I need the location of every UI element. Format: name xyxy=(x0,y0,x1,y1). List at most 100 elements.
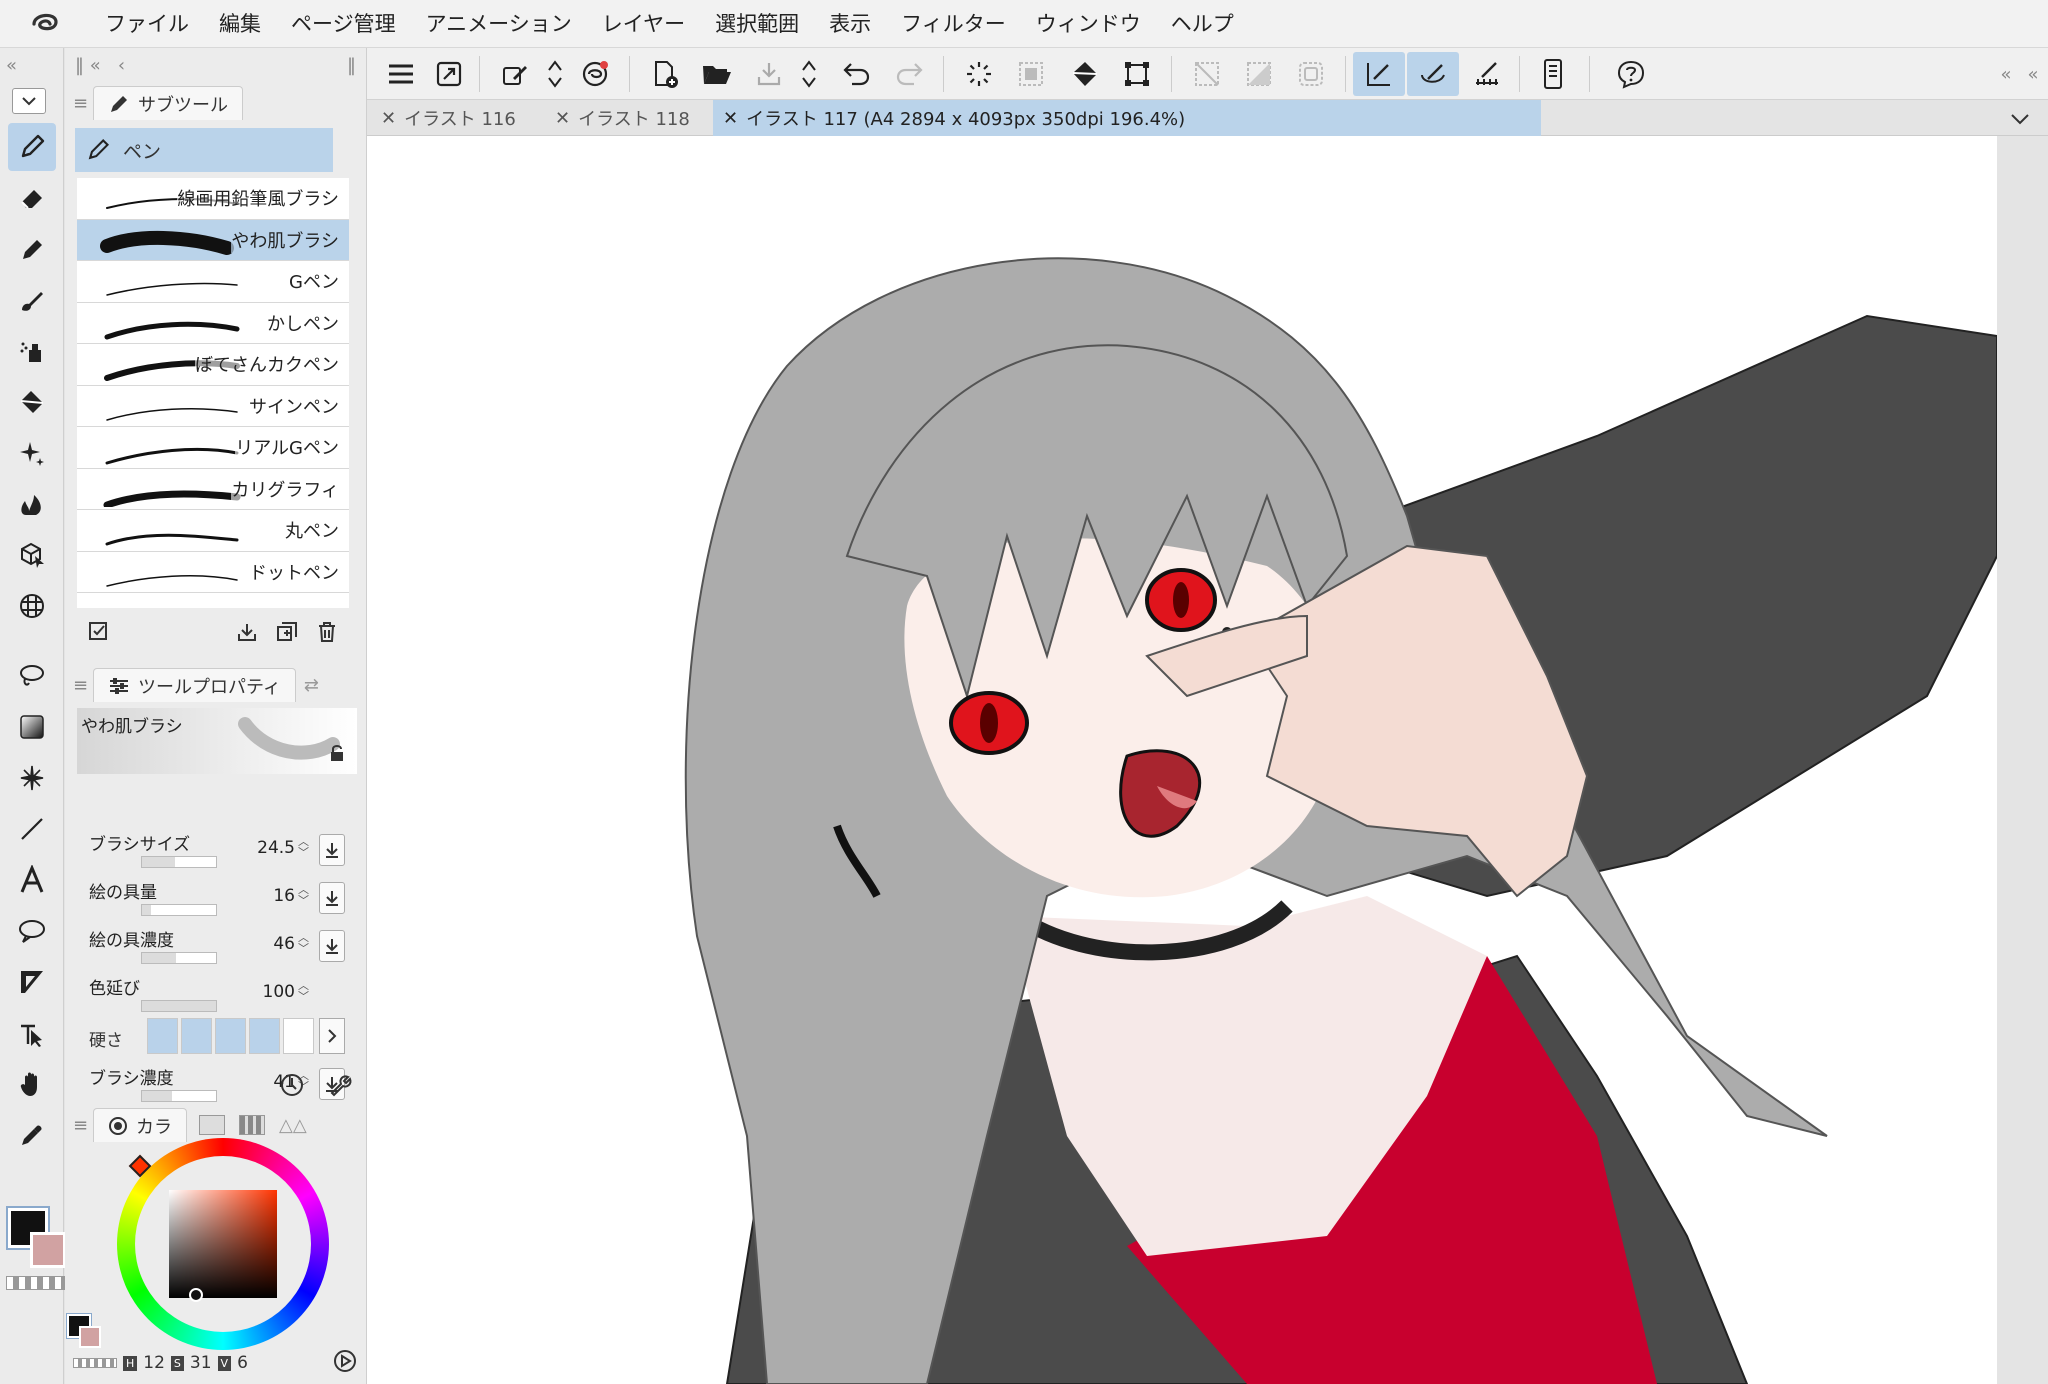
up-down-arrows-icon[interactable] xyxy=(785,52,833,96)
fill-bucket-icon[interactable] xyxy=(1061,52,1109,96)
close-icon[interactable]: ✕ xyxy=(555,108,570,129)
menu-animation[interactable]: アニメーション xyxy=(411,0,587,48)
frame-border-tool[interactable] xyxy=(8,958,56,1006)
value-handle[interactable] xyxy=(189,1288,203,1302)
redo-icon[interactable] xyxy=(885,52,933,96)
palette-grip-icon[interactable]: ‖ xyxy=(347,55,356,76)
hardness-cell[interactable] xyxy=(181,1018,212,1054)
auto-select-tool[interactable] xyxy=(8,754,56,802)
download-icon[interactable] xyxy=(235,620,259,648)
blend-tool[interactable] xyxy=(8,480,56,528)
property-slider[interactable] xyxy=(141,952,217,964)
subtool-tab[interactable]: サブツール xyxy=(93,86,243,120)
snap-to-special-ruler-icon[interactable] xyxy=(1407,52,1459,96)
invert-selection-icon[interactable] xyxy=(1235,52,1283,96)
spinner-icon[interactable]: ︿ ﹀ xyxy=(298,932,309,954)
download-icon[interactable] xyxy=(319,834,345,866)
property-slider[interactable] xyxy=(141,856,217,868)
property-slider[interactable] xyxy=(141,1090,217,1102)
palette-menu-icon[interactable]: ≡ xyxy=(73,675,88,696)
menu-edit[interactable]: 編集 xyxy=(204,0,276,48)
loading-spinner-icon[interactable] xyxy=(955,52,1003,96)
download-icon[interactable] xyxy=(319,930,345,962)
menu-help[interactable]: ヘルプ xyxy=(1156,0,1249,48)
lock-icon[interactable] xyxy=(329,744,345,766)
hardness-cell[interactable] xyxy=(249,1018,280,1054)
tab-illust-118[interactable]: ✕ イラスト 118 xyxy=(545,100,715,136)
menu-layer[interactable]: レイヤー xyxy=(587,0,700,48)
wrench-icon[interactable] xyxy=(327,1072,353,1102)
hardness-selector[interactable] xyxy=(147,1018,314,1054)
brush-item[interactable]: 丸ペン xyxy=(77,510,349,552)
edit-toolbar-icon[interactable] xyxy=(1527,52,1579,96)
new-file-icon[interactable] xyxy=(641,52,689,96)
gradient-tool[interactable] xyxy=(8,703,56,751)
select-layer-icon[interactable] xyxy=(1007,52,1055,96)
brush-item[interactable]: サインペン xyxy=(77,386,349,427)
lasso-tool[interactable] xyxy=(8,652,56,700)
airbrush-tool[interactable] xyxy=(8,327,56,375)
palette-menu-icon[interactable]: ≡ xyxy=(73,93,88,114)
drawing-canvas[interactable] xyxy=(367,136,1997,1384)
property-value[interactable]: 46 xyxy=(273,934,295,954)
spinner-icon[interactable]: ︿ ﹀ xyxy=(298,980,309,1002)
link-icon[interactable]: ⇄ xyxy=(304,675,319,696)
collapse-right-icon-2[interactable]: « xyxy=(2019,52,2047,96)
tab-illust-117[interactable]: ✕ イラスト 117 (A4 2894 x 4093px 350dpi 196.… xyxy=(713,100,1541,136)
reset-clock-icon[interactable] xyxy=(279,1072,305,1102)
trash-icon[interactable] xyxy=(315,620,339,648)
saturation-value-square[interactable] xyxy=(169,1190,277,1298)
fill-tool[interactable] xyxy=(8,378,56,426)
pen-tool[interactable] xyxy=(8,123,56,171)
brush-item[interactable]: カリグラフィ xyxy=(77,469,349,510)
duplicate-icon[interactable] xyxy=(275,620,299,648)
view-mode-toggle[interactable] xyxy=(0,82,63,120)
mini-sub-color[interactable] xyxy=(79,1326,101,1348)
menu-window[interactable]: ウィンドウ xyxy=(1021,0,1156,48)
color-set-tab-icon[interactable] xyxy=(199,1115,225,1135)
operation-tool[interactable] xyxy=(8,1009,56,1057)
hand-tool[interactable] xyxy=(8,1060,56,1108)
deselect-icon[interactable] xyxy=(1183,52,1231,96)
palette-menu-icon[interactable]: ≡ xyxy=(73,1115,88,1136)
pencil-tool[interactable] xyxy=(8,225,56,273)
brush-item[interactable]: Gペン xyxy=(77,261,349,303)
hardness-cell[interactable] xyxy=(283,1018,314,1054)
spinner-icon[interactable]: ︿ ﹀ xyxy=(298,836,309,858)
download-icon[interactable] xyxy=(319,882,345,914)
line-tool[interactable] xyxy=(8,805,56,853)
approximate-color-tab-icon[interactable]: △△ xyxy=(279,1115,307,1136)
cloud-sync-icon[interactable] xyxy=(571,52,619,96)
property-slider[interactable] xyxy=(141,904,217,916)
brush-item[interactable]: 線画用鉛筆風ブラシ xyxy=(77,178,349,220)
menu-selection[interactable]: 選択範囲 xyxy=(700,0,814,48)
chevron-down-icon[interactable] xyxy=(2010,110,2030,129)
eyedropper-tool[interactable] xyxy=(8,1111,56,1159)
close-icon[interactable]: ✕ xyxy=(381,108,396,129)
3d-object-tool[interactable] xyxy=(8,531,56,579)
selection-border-icon[interactable] xyxy=(1287,52,1335,96)
chevron-right-icon[interactable] xyxy=(319,1018,345,1054)
grid-tool[interactable] xyxy=(8,582,56,630)
color-wheel-tab[interactable]: カラ xyxy=(93,1108,187,1142)
property-slider[interactable] xyxy=(141,1000,217,1012)
brush-item[interactable]: やわ肌ブラシ xyxy=(77,219,349,261)
brush-item[interactable]: ドットペン xyxy=(77,552,349,593)
property-value[interactable]: 100 xyxy=(263,982,295,1002)
toolproperty-tab[interactable]: ツールプロパティ xyxy=(93,668,296,702)
text-tool[interactable] xyxy=(8,856,56,904)
hamburger-menu-icon[interactable] xyxy=(377,52,425,96)
collapse-left-icon[interactable]: « xyxy=(0,48,63,82)
decoration-tool[interactable] xyxy=(8,429,56,477)
help-icon[interactable] xyxy=(1605,52,1657,96)
menu-page-management[interactable]: ページ管理 xyxy=(276,0,411,48)
collapse-right-icon[interactable]: « xyxy=(1991,52,2021,96)
subtool-settings-icon[interactable] xyxy=(87,620,111,648)
spinner-icon[interactable]: ︿ ﹀ xyxy=(298,884,309,906)
brush-item[interactable]: かしペン xyxy=(77,303,349,344)
brush-tool[interactable] xyxy=(8,276,56,324)
tab-illust-116[interactable]: ✕ イラスト 116 xyxy=(371,100,543,136)
collapse-left-icon[interactable]: ‖ « ‹ xyxy=(75,55,125,76)
transparent-color-swatch[interactable] xyxy=(6,1276,68,1290)
hardness-cell[interactable] xyxy=(215,1018,246,1054)
